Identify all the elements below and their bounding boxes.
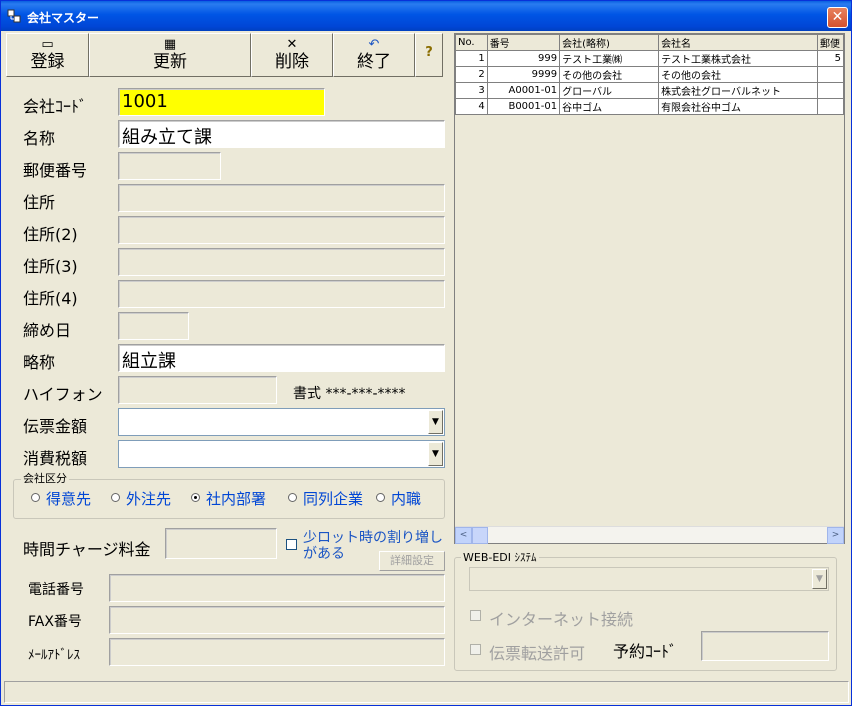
- radio-icon: [111, 493, 120, 502]
- hyphen-label: ハイフォン: [23, 385, 103, 404]
- radio-icon: [31, 493, 40, 502]
- reserve-code-label: 予約ｺｰﾄﾞ: [613, 642, 678, 661]
- column-header[interactable]: 会社名: [658, 34, 819, 51]
- column-header[interactable]: 郵便: [817, 34, 844, 51]
- name-input[interactable]: 組み立て課: [118, 120, 445, 148]
- address3-input[interactable]: [118, 248, 445, 276]
- tax-amount-select[interactable]: ▼: [118, 440, 445, 468]
- company-list-grid[interactable]: No. 番号 会社(略称) 会社名 郵便 1 999 テスト工業㈱ テスト工業株…: [454, 33, 845, 544]
- radio-customer[interactable]: 得意先: [31, 488, 91, 509]
- slip-amount-label: 伝票金額: [23, 417, 88, 436]
- update-label: 更新: [153, 52, 187, 72]
- slip-transfer-checkbox[interactable]: [470, 644, 481, 655]
- radio-icon: [288, 493, 297, 502]
- address4-input[interactable]: [118, 280, 445, 308]
- table-row[interactable]: 1 999 テスト工業㈱ テスト工業株式会社 5: [455, 50, 844, 67]
- address2-input[interactable]: [118, 216, 445, 244]
- exit-button[interactable]: ↶ 終了: [333, 33, 415, 77]
- update-button[interactable]: ▦ 更新: [89, 33, 251, 77]
- slip-transfer-label: 伝票転送許可: [489, 644, 586, 663]
- company-code-input[interactable]: 1001: [118, 88, 325, 116]
- company-kubun-legend: 会社区分: [21, 470, 69, 486]
- webedi-legend: WEB-EDI ｼｽﾃﾑ: [461, 549, 539, 565]
- internet-label: インターネット接続: [489, 610, 634, 629]
- delete-button[interactable]: ✕ 削除: [251, 33, 333, 77]
- address2-label: 住所(2): [23, 225, 78, 244]
- x-icon: ✕: [286, 37, 298, 52]
- hourly-charge-label: 時間チャージ料金: [23, 540, 151, 559]
- title-bar[interactable]: 会社マスター ✕: [1, 1, 851, 31]
- small-lot-label-2: がある: [303, 546, 345, 562]
- register-button[interactable]: ▭ 登録: [6, 33, 89, 77]
- radio-internal-dept[interactable]: 社内部署: [191, 488, 266, 509]
- closing-day-label: 締め日: [23, 321, 72, 340]
- radio-selected-icon: [191, 493, 200, 502]
- hyphen-input[interactable]: [118, 376, 277, 404]
- short-name-input[interactable]: 組立課: [118, 344, 445, 372]
- chevron-down-icon[interactable]: ▼: [812, 569, 827, 589]
- status-bar: [4, 681, 849, 703]
- table-row[interactable]: 3 A0001-01 グローバル 株式会社グローバルネット: [455, 82, 844, 99]
- company-table: No. 番号 会社(略称) 会社名 郵便 1 999 テスト工業㈱ テスト工業株…: [455, 34, 844, 115]
- radio-icon: [376, 493, 385, 502]
- help-icon: ?: [425, 45, 433, 60]
- scroll-left-icon[interactable]: <: [455, 527, 472, 544]
- phone-input[interactable]: [109, 574, 445, 602]
- exit-label: 終了: [357, 52, 391, 72]
- table-row[interactable]: 4 B0001-01 谷中ゴム 有限会社谷中ゴム: [455, 98, 844, 115]
- delete-label: 削除: [275, 52, 309, 72]
- address1-label: 住所: [23, 193, 56, 212]
- hyphen-format-text: 書式 ***-***-****: [293, 386, 406, 402]
- short-name-label: 略称: [23, 353, 56, 372]
- column-header[interactable]: No.: [455, 34, 488, 51]
- chevron-down-icon[interactable]: ▼: [428, 410, 443, 434]
- fax-input[interactable]: [109, 606, 445, 634]
- radio-homework[interactable]: 内職: [376, 488, 421, 509]
- address3-label: 住所(3): [23, 257, 78, 276]
- scroll-right-icon[interactable]: >: [827, 527, 844, 544]
- close-button[interactable]: ✕: [827, 7, 848, 28]
- hourly-charge-input[interactable]: [165, 528, 277, 559]
- tax-amount-label: 消費税額: [23, 449, 88, 468]
- window-title: 会社マスター: [27, 11, 100, 25]
- email-label: ﾒｰﾙｱﾄﾞﾚｽ: [28, 648, 80, 663]
- grid-icon: ▦: [163, 37, 177, 52]
- small-lot-checkbox[interactable]: [286, 539, 297, 550]
- phone-label: 電話番号: [28, 582, 84, 598]
- scroll-thumb[interactable]: [472, 527, 488, 544]
- company-master-window: 会社マスター ✕ ▭ 登録 ▦ 更新 ✕ 削除 ↶ 終了 ? 会社ｺｰﾄﾞ 10…: [0, 0, 852, 706]
- undo-icon: ↶: [368, 37, 380, 52]
- table-header-row: No. 番号 会社(略称) 会社名 郵便: [455, 34, 844, 51]
- radio-affiliate[interactable]: 同列企業: [288, 488, 363, 509]
- column-header[interactable]: 番号: [486, 34, 561, 51]
- webedi-select[interactable]: ▼: [469, 567, 829, 591]
- address4-label: 住所(4): [23, 289, 78, 308]
- close-icon: ✕: [831, 9, 844, 25]
- detail-settings-button[interactable]: 詳細設定: [379, 551, 445, 571]
- help-button[interactable]: ?: [415, 33, 443, 77]
- company-code-label: 会社ｺｰﾄﾞ: [23, 97, 88, 116]
- app-icon: [7, 9, 21, 23]
- email-input[interactable]: [109, 638, 445, 666]
- fax-label: FAX番号: [28, 614, 82, 630]
- table-row[interactable]: 2 9999 その他の会社 その他の会社: [455, 66, 844, 83]
- slip-amount-select[interactable]: ▼: [118, 408, 445, 436]
- chevron-down-icon[interactable]: ▼: [428, 442, 443, 466]
- register-label: 登録: [30, 52, 65, 72]
- closing-day-input[interactable]: [118, 312, 189, 340]
- horizontal-scrollbar[interactable]: < >: [455, 526, 844, 544]
- square-icon: ▭: [41, 37, 54, 52]
- column-header[interactable]: 会社(略称): [559, 34, 660, 51]
- postal-input[interactable]: [118, 152, 221, 180]
- internet-checkbox[interactable]: [470, 610, 481, 621]
- radio-subcontractor[interactable]: 外注先: [111, 488, 171, 509]
- name-label: 名称: [23, 129, 56, 148]
- reserve-code-input[interactable]: [701, 631, 829, 661]
- address1-input[interactable]: [118, 184, 445, 212]
- postal-label: 郵便番号: [23, 161, 88, 180]
